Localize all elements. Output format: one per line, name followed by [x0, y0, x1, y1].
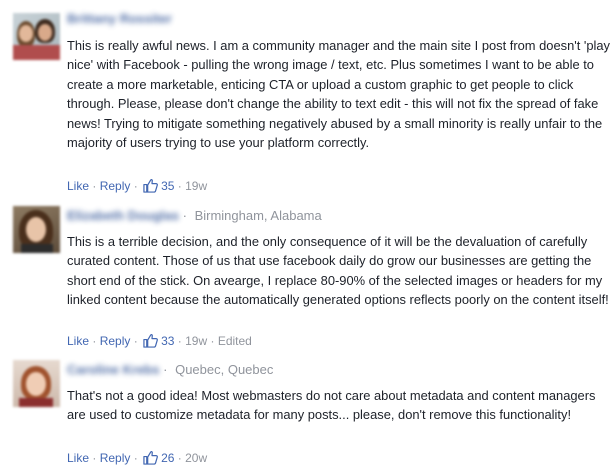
separator: · [92, 334, 97, 348]
avatar[interactable] [13, 13, 60, 60]
author-name[interactable]: Elizabeth Douglas [67, 208, 179, 224]
comment-text: That's not a good idea! Most webmasters … [67, 388, 596, 423]
timestamp[interactable]: 19w [185, 179, 207, 193]
separator: · [133, 451, 138, 465]
separator: · [92, 451, 97, 465]
comment-text: This is really awful news. I am a commun… [67, 38, 610, 151]
comment-header: Elizabeth Douglas · Birmingham, Alabama [67, 208, 322, 224]
separator: · [92, 179, 97, 193]
like-count[interactable]: 33 [161, 334, 174, 348]
avatar[interactable] [13, 360, 60, 407]
separator: · [163, 362, 168, 377]
comment-actions: Like · Reply · 33 · 19w · Edited [67, 333, 252, 349]
author-name[interactable]: Brittany Rossiter [67, 11, 172, 27]
author-location[interactable]: Birmingham, Alabama [195, 208, 322, 223]
like-count[interactable]: 35 [161, 179, 174, 193]
separator: · [177, 334, 182, 348]
timestamp[interactable]: 19w [185, 334, 207, 348]
reply-button[interactable]: Reply [100, 334, 131, 348]
like-button[interactable]: Like [67, 179, 89, 193]
reply-button[interactable]: Reply [100, 179, 131, 193]
comment-header: Brittany Rossiter [67, 11, 172, 27]
author-location[interactable]: Quebec, Quebec [175, 362, 273, 377]
reply-button[interactable]: Reply [100, 451, 131, 465]
timestamp[interactable]: 20w [185, 451, 207, 465]
separator: · [177, 451, 182, 465]
separator: · [182, 208, 187, 223]
comment-actions: Like · Reply · 26 · 20w [67, 450, 207, 466]
comment-actions: Like · Reply · 35 · 19w [67, 178, 207, 194]
like-count[interactable]: 26 [161, 451, 174, 465]
comment-text: This is a terrible decision, and the onl… [67, 234, 609, 308]
thumbs-up-icon[interactable] [143, 333, 159, 352]
separator: · [133, 179, 138, 193]
author-name[interactable]: Caroline Krebs [67, 362, 159, 378]
thumbs-up-icon[interactable] [143, 178, 159, 197]
edited-label[interactable]: Edited [218, 334, 252, 348]
comment-header: Caroline Krebs · Quebec, Quebec [67, 362, 273, 378]
avatar[interactable] [13, 206, 60, 253]
separator: · [177, 179, 182, 193]
thumbs-up-icon[interactable] [143, 450, 159, 469]
separator: · [210, 334, 215, 348]
like-button[interactable]: Like [67, 451, 89, 465]
separator: · [133, 334, 138, 348]
like-button[interactable]: Like [67, 334, 89, 348]
